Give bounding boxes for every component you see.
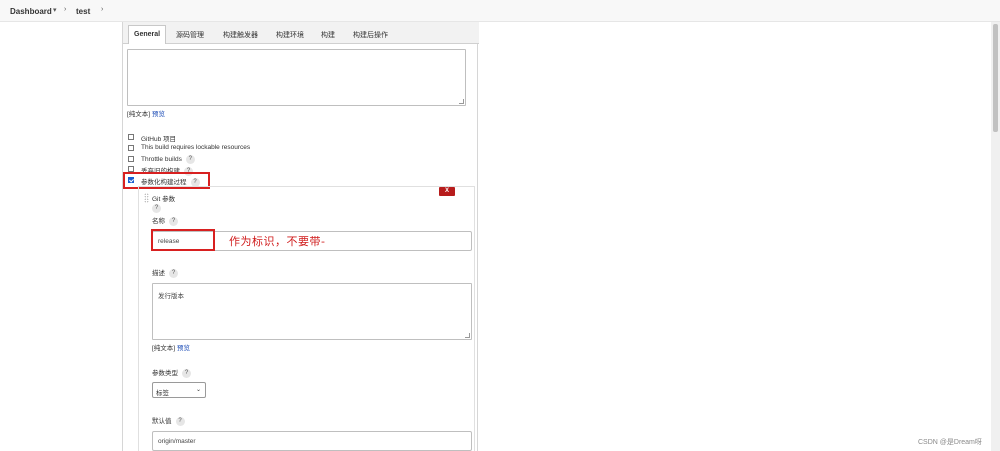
preview-link[interactable]: 预览 [152,111,165,118]
tab-build-env[interactable]: 构建环境 [276,25,304,44]
default-value-label: 默认值? [152,415,185,426]
scrollbar-thumb[interactable] [993,24,998,132]
parameter-type-value: 标签 [156,390,169,397]
highlight-box [151,229,215,251]
parameter-type-label: 参数类型? [152,367,191,378]
help-icon[interactable]: ? [185,155,195,164]
help-icon[interactable]: ? [182,368,191,378]
option-label-wrap: Throttle builds? [141,155,195,164]
checkbox[interactable] [128,156,134,162]
tab-build[interactable]: 构建 [321,25,335,44]
chevron-down-icon[interactable]: ▾ [53,6,57,14]
checkbox[interactable] [128,134,134,140]
preview-link[interactable]: 预览 [177,345,190,352]
option-label: Throttle builds [141,156,182,164]
parameter-description-format-row: [纯文本] 预览 [152,342,190,352]
annotation-text: 作为标识，不要带- [229,235,326,248]
breadcrumb-dashboard[interactable]: Dashboard [10,7,52,16]
config-tabs: General 源码管理 构建触发器 构建环境 构建 构建后操作 [123,22,479,44]
parameter-type-title: Git 参数 [152,196,176,203]
help-icon[interactable]: ? [169,268,178,278]
chevron-down-icon: ⌄ [195,387,201,393]
help-icon[interactable]: ? [175,416,185,426]
breadcrumb-separator-icon: › [101,6,104,13]
parameter-type-label-text: 参数类型 [152,370,178,377]
help-icon[interactable]: ? [152,204,161,213]
default-value-label-text: 默认值 [152,418,172,425]
tab-scm[interactable]: 源码管理 [176,25,204,44]
plain-text-label: [纯文本] [127,111,151,118]
watermark: CSDN @是Dream呀 [918,439,982,446]
plain-text-label: [纯文本] [152,345,176,352]
breadcrumb-job[interactable]: test [76,7,90,16]
resize-handle-icon[interactable] [459,99,464,104]
resize-handle-icon[interactable] [465,333,470,338]
parameter-description-textarea[interactable]: 发行版本 [152,283,472,340]
drag-handle-icon[interactable] [144,193,149,203]
breadcrumb-separator-icon: › [64,6,67,13]
option-label: This build requires lockable resources [141,144,251,151]
help-icon[interactable]: ? [169,216,178,226]
description-label: 描述? [152,267,178,278]
description-textarea[interactable] [127,49,466,106]
description-label-text: 描述 [152,270,165,277]
tab-general[interactable]: General [128,25,167,44]
checkbox[interactable] [128,145,134,151]
name-label-text: 名称 [152,218,165,225]
description-format-row: [纯文本] 预览 [127,108,165,118]
default-value-input[interactable]: origin/master [152,431,472,451]
delete-parameter-button[interactable]: X [439,187,455,196]
top-bar: Dashboard ▾ › test › [0,0,1000,22]
option-label: GitHub 项目 [141,136,177,143]
tab-triggers[interactable]: 构建触发器 [223,25,258,44]
tab-post-build[interactable]: 构建后操作 [353,25,388,44]
parameter-description-value: 发行版本 [158,293,184,300]
parameter-type-select[interactable]: 标签 ⌄ [152,382,206,398]
name-label: 名称? [152,215,178,226]
